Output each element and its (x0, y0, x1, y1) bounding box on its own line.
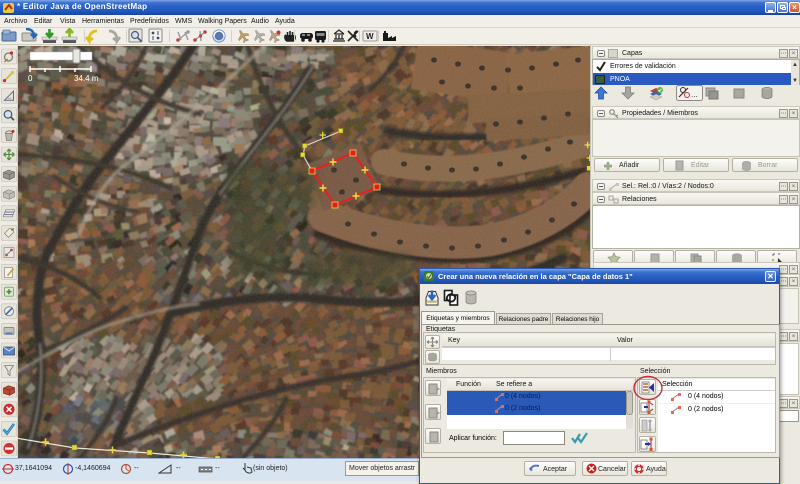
svg-text:34.4 m: 34.4 m (74, 74, 99, 83)
svg-text:0: 0 (28, 74, 33, 83)
svg-text:...: ... (691, 90, 698, 99)
svg-text:W: W (366, 32, 374, 41)
